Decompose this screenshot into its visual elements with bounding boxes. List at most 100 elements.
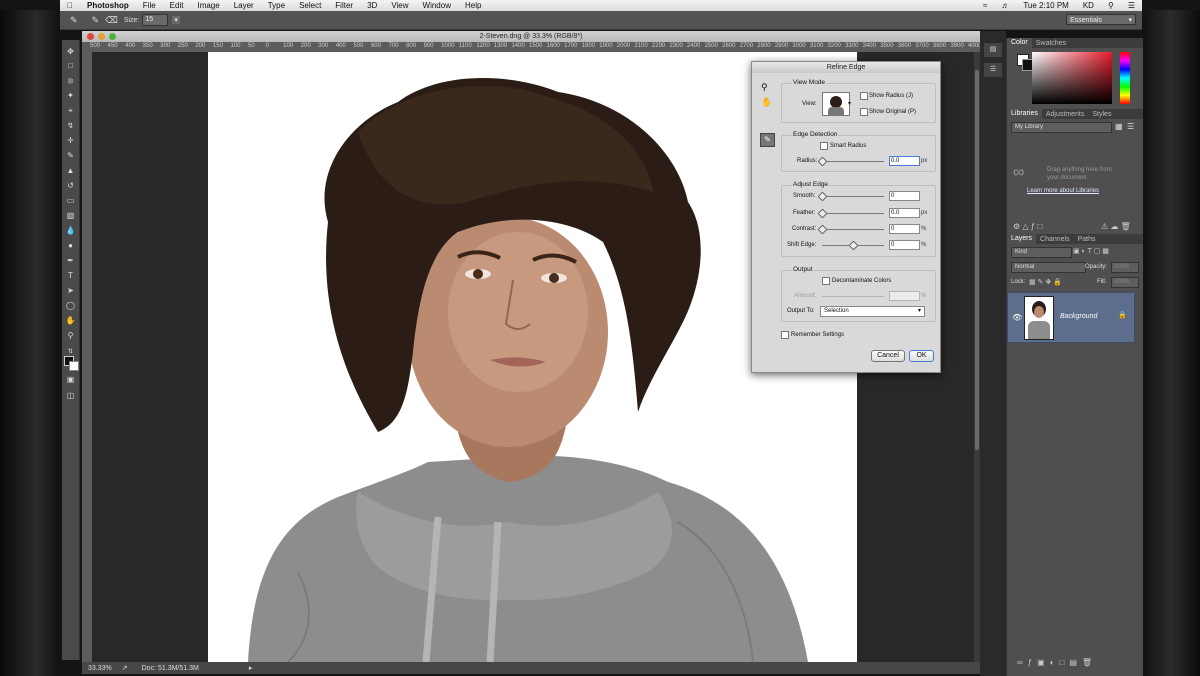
size-field[interactable]: 15 [142,14,169,26]
menu-filter[interactable]: Filter [328,1,360,10]
marquee-tool-icon[interactable]: □ [64,60,77,72]
tab-paths[interactable]: Paths [1074,236,1100,243]
amount-slider[interactable] [822,296,884,297]
output-to-select[interactable]: Selection ▾ [820,306,925,317]
contrast-field[interactable]: 0 [889,224,920,234]
radius-slider[interactable] [822,161,884,162]
vertical-scroll-thumb[interactable] [975,70,979,450]
export-icon[interactable]: ↗ [122,664,128,672]
list-view-icon[interactable]: ☰ [1127,122,1134,131]
brush-icon[interactable]: ✎ [64,150,77,162]
tab-swatches[interactable]: Swatches [1032,40,1070,47]
cancel-button[interactable]: Cancel [871,350,905,362]
history-brush-icon[interactable]: ↺ [64,180,77,192]
menu-file[interactable]: File [136,1,163,10]
menu-view[interactable]: View [384,1,415,10]
history-icon[interactable]: ▤ [984,43,1002,57]
amount-field[interactable] [889,291,920,301]
close-window-icon[interactable] [87,33,94,40]
lasso-tool-icon[interactable]: ⦻ [64,75,77,87]
blur-icon[interactable]: 💧 [64,225,77,237]
menu-app-name[interactable]: Photoshop [80,1,136,10]
properties-icon[interactable]: ☰ [984,63,1002,77]
tab-layers[interactable]: Layers [1007,234,1037,244]
zoom-level[interactable]: 33.33% [88,665,112,672]
shape-tool-icon[interactable]: ◯ [64,300,77,312]
stamp-icon[interactable]: ▲ [64,165,77,177]
crop-tool-icon[interactable]: ⌖ [64,105,77,117]
layer-name[interactable]: Background [1060,313,1097,320]
tab-channels[interactable]: Channels [1036,236,1074,243]
library-warning-icon[interactable]: ⚠ ☁ 🗑 [1101,222,1131,231]
fill-field[interactable]: 100% [1111,277,1139,288]
view-mode-select[interactable] [822,92,850,116]
tab-styles[interactable]: Styles [1088,111,1115,118]
hue-slider[interactable] [1120,52,1130,104]
eyedropper-icon[interactable]: ↯ [64,120,77,132]
apple-icon[interactable]:  [60,1,80,10]
screen-mode-icon[interactable]: ◫ [64,390,77,402]
visibility-eye-icon[interactable]: 👁 [1012,313,1022,322]
smooth-field[interactable]: 0 [889,191,920,201]
menu-select[interactable]: Select [292,1,328,10]
hand-tool-icon[interactable]: ✋ [64,315,77,327]
healing-brush-icon[interactable]: ✛ [64,135,77,147]
erase-refinements-icon[interactable]: ⌫ [105,15,118,26]
document-title-bar[interactable]: 2-Steven.dng @ 33.3% (RGB/8*) [82,31,980,42]
color-spectrum[interactable] [1032,52,1112,104]
remember-settings-checkbox[interactable] [781,331,789,339]
gradient-icon[interactable]: ▧ [64,210,77,222]
ok-button[interactable]: OK [909,350,934,362]
vertical-ruler[interactable] [82,52,92,662]
smooth-slider[interactable] [822,196,884,197]
menu-help[interactable]: Help [458,1,488,10]
menubar-user[interactable]: KD [1076,1,1101,10]
menubar-clock[interactable]: Tue 2:10 PM [1016,1,1076,10]
quick-mask-icon[interactable]: ▣ [64,374,77,386]
zoom-window-icon[interactable] [109,33,116,40]
zoom-tool-icon[interactable]: ⚲ [64,330,77,342]
eraser-icon[interactable]: ▭ [64,195,77,207]
library-add-icons[interactable]: ⚙ △ ƒ □ [1013,222,1042,231]
workspace-select[interactable]: Essentials ▾ [1066,14,1136,25]
smart-radius-checkbox[interactable] [820,142,828,150]
horizontal-ruler[interactable]: 500 450 400 350 300 250 200 150 100 50 0 100 200 300 4… [82,42,980,52]
pen-icon[interactable]: ✒ [64,255,77,267]
type-tool-icon[interactable]: T [64,270,77,282]
decontaminate-checkbox[interactable] [822,277,830,285]
list-icon[interactable]: ☰ [1121,1,1142,10]
spotlight-icon[interactable]: ⚲ [1101,1,1121,10]
layer-row-background[interactable]: 👁 Background 🔒 [1007,292,1135,343]
wifi-icon[interactable]: ≈ [976,1,994,10]
menu-edit[interactable]: Edit [163,1,191,10]
show-original-checkbox[interactable] [860,108,868,116]
volume-icon[interactable]: ♬ [994,1,1016,10]
size-dropdown-icon[interactable]: ▾ [172,16,180,24]
minimize-window-icon[interactable] [98,33,105,40]
menu-3d[interactable]: 3D [360,1,384,10]
dodge-icon[interactable]: ● [64,240,77,252]
tab-color[interactable]: Color [1007,38,1032,48]
menu-layer[interactable]: Layer [227,1,261,10]
shift-edge-field[interactable]: 0 [889,240,920,250]
layer-footer-icons[interactable]: ∞ƒ▣◐□▤🗑 [1017,658,1097,667]
layer-filter-select[interactable]: Kind [1011,247,1072,258]
refine-radius-tool-icon[interactable]: ✎ [760,133,775,147]
background-color-swatch[interactable] [69,361,79,371]
refine-brush-icon[interactable]: ✎ [92,15,100,26]
feather-field[interactable]: 0.0 [889,208,920,218]
zoom-tool-icon[interactable]: ⚲ [761,82,768,93]
menu-window[interactable]: Window [416,1,458,10]
library-select[interactable]: My Library [1011,122,1112,133]
menu-image[interactable]: Image [190,1,226,10]
radius-field[interactable]: 0.0 [889,156,920,166]
tab-libraries[interactable]: Libraries [1007,109,1042,119]
tab-adjustments[interactable]: Adjustments [1042,111,1089,118]
path-select-icon[interactable]: ➤ [64,285,77,297]
opacity-field[interactable]: 100% [1111,262,1139,273]
lock-icons[interactable]: ▦ ✎ ✥ 🔒 [1029,278,1062,286]
show-radius-checkbox[interactable] [860,92,868,100]
contrast-slider[interactable] [822,229,884,230]
learn-libraries-link[interactable]: Learn more about Libraries [1027,188,1099,194]
move-tool-icon[interactable]: ✥ [64,46,77,58]
